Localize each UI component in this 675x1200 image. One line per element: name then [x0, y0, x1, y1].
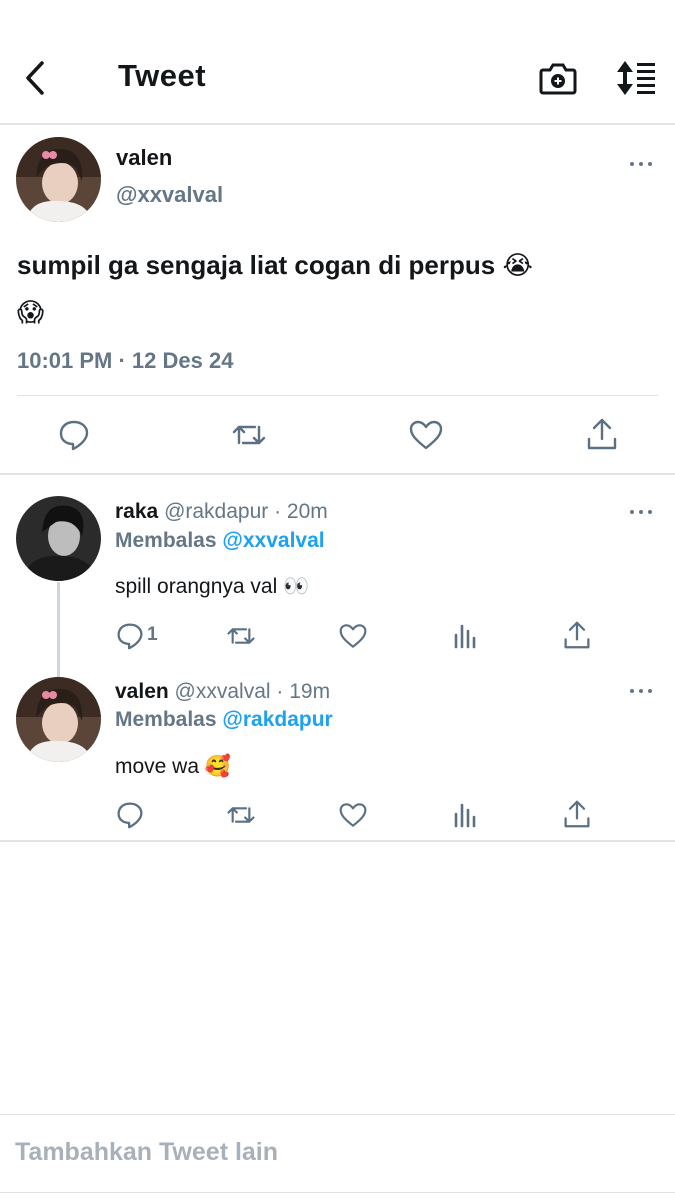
reply-icon[interactable] — [116, 622, 144, 650]
retweet-icon[interactable] — [226, 801, 256, 829]
reply-handle-time: @xxvalval · 19m — [174, 680, 331, 703]
author-handle[interactable]: @xxvalval — [116, 182, 223, 208]
divider — [0, 1114, 675, 1115]
more-options-icon[interactable] — [629, 159, 655, 169]
smiling-hearts-emoji: 🥰 — [204, 754, 232, 778]
like-icon[interactable] — [409, 419, 443, 451]
sort-replies-icon[interactable] — [612, 58, 658, 98]
more-options-icon[interactable] — [629, 507, 655, 517]
reply-text: move wa 🥰 — [115, 754, 232, 778]
share-icon[interactable] — [563, 620, 591, 650]
like-icon[interactable] — [339, 622, 367, 650]
author-name[interactable]: valen — [116, 145, 172, 171]
divider — [17, 395, 658, 396]
tweet-text: sumpil ga sengaja liat cogan di perpus 😭… — [17, 242, 657, 336]
more-options-icon[interactable] — [629, 686, 655, 696]
retweet-icon[interactable] — [231, 419, 267, 451]
mention-link[interactable]: @rakdapur — [222, 708, 332, 731]
camera-icon[interactable] — [538, 58, 578, 98]
screaming-emoji: 😱 — [17, 298, 45, 328]
reply-author[interactable]: valen @xxvalval · 19m — [115, 680, 330, 704]
tweet-timestamp: 10:01 PM · 12 Des 24 — [17, 348, 234, 373]
reply-author-name: raka — [115, 500, 159, 523]
analytics-icon[interactable] — [453, 801, 477, 829]
eyes-emoji: 👀 — [283, 574, 310, 598]
reply-author[interactable]: raka @rakdapur · 20m — [115, 500, 328, 524]
avatar[interactable] — [16, 677, 101, 762]
top-bar: Tweet — [0, 0, 675, 125]
thread-line — [57, 582, 60, 678]
tweet-body: sumpil ga sengaja liat cogan di perpus — [17, 250, 496, 280]
reply-text: spill orangnya val 👀 — [115, 574, 310, 598]
page-title: Tweet — [118, 58, 207, 93]
like-icon[interactable] — [339, 801, 367, 829]
avatar[interactable] — [16, 496, 101, 581]
avatar[interactable] — [16, 137, 101, 222]
retweet-icon[interactable] — [226, 622, 256, 650]
reply-count: 1 — [147, 624, 158, 645]
reply-author-name: valen — [115, 680, 169, 703]
replying-to: Membalas @rakdapur — [115, 708, 333, 731]
share-icon[interactable] — [563, 799, 591, 829]
replying-to: Membalas @xxvalval — [115, 529, 325, 552]
reply-handle-time: @rakdapur · 20m — [164, 500, 328, 523]
divider — [0, 840, 675, 842]
compose-reply-input[interactable]: Tambahkan Tweet lain — [15, 1138, 278, 1167]
loudly-crying-emoji: 😭 — [502, 251, 533, 281]
back-arrow-icon[interactable] — [18, 58, 54, 98]
divider — [0, 1192, 675, 1193]
analytics-icon[interactable] — [453, 622, 477, 650]
reply-icon[interactable] — [116, 801, 144, 829]
mention-link[interactable]: @xxvalval — [222, 529, 324, 552]
share-icon[interactable] — [586, 417, 618, 451]
divider — [0, 473, 675, 475]
reply-icon[interactable] — [58, 419, 90, 451]
